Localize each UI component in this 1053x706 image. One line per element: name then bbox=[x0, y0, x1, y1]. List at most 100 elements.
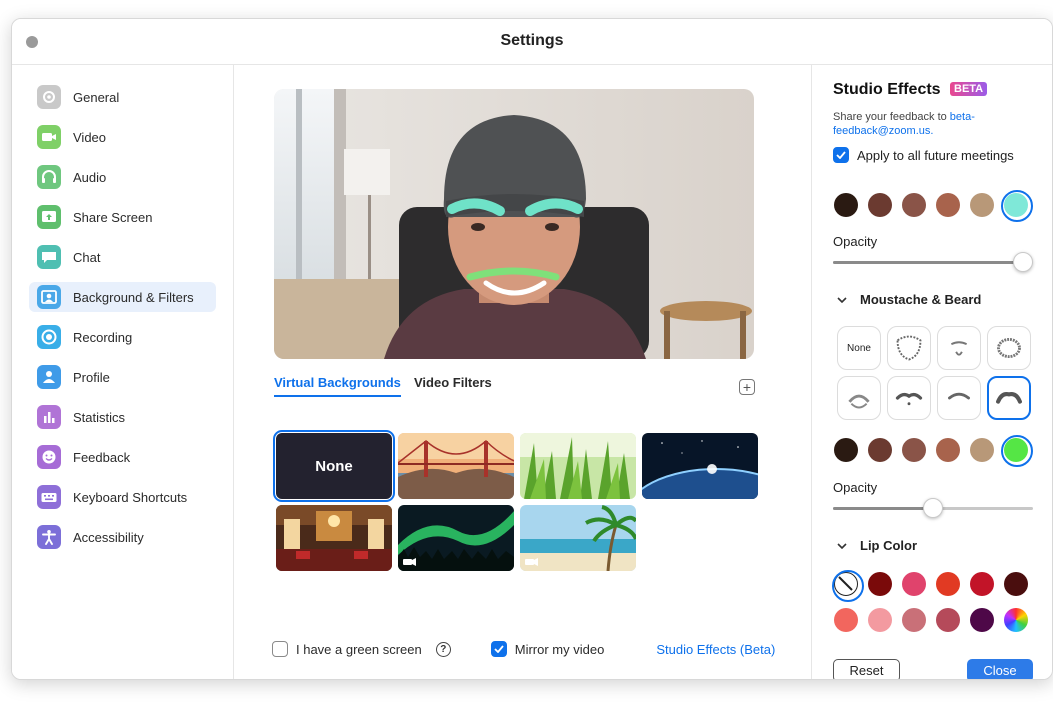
eyebrow-opacity-slider[interactable] bbox=[833, 252, 1033, 272]
record-circle-icon bbox=[37, 325, 61, 349]
eyebrow-color-swatch[interactable] bbox=[868, 193, 892, 217]
moustache-style-walrus[interactable] bbox=[987, 376, 1031, 420]
eyebrow-opacity-knob[interactable] bbox=[1013, 252, 1033, 272]
sidebar-item-label: Share Screen bbox=[73, 209, 153, 225]
mirror-video-label: Mirror my video bbox=[514, 641, 605, 657]
share-screen-icon bbox=[37, 205, 61, 229]
lip-color-swatch[interactable] bbox=[832, 570, 864, 602]
apply-future-label: Apply to all future meetings bbox=[857, 147, 1014, 163]
background-settings-panel: Virtual Backgrounds Video Filters + None bbox=[234, 65, 812, 679]
background-none[interactable]: None bbox=[273, 430, 395, 502]
eyebrow-color-swatch[interactable] bbox=[902, 193, 926, 217]
video-camera-icon bbox=[37, 125, 61, 149]
lip-color-section-header: Lip Color bbox=[834, 538, 917, 553]
lip-color-swatch[interactable] bbox=[1004, 608, 1028, 632]
sidebar-item-label: General bbox=[73, 89, 120, 105]
apply-future-checkbox[interactable] bbox=[833, 147, 849, 163]
background-grass[interactable] bbox=[520, 433, 636, 499]
lip-color-swatch[interactable] bbox=[970, 608, 994, 632]
sidebar-item-background-filters[interactable]: Background & Filters bbox=[29, 282, 216, 312]
eyebrow-color-swatch[interactable] bbox=[834, 193, 858, 217]
background-aurora[interactable] bbox=[398, 505, 514, 571]
lip-color-swatch[interactable] bbox=[1004, 572, 1028, 596]
person-background-icon bbox=[37, 285, 61, 309]
window-title: Settings bbox=[500, 32, 564, 49]
settings-window: Settings General Video Audio Share Screen Ch… bbox=[11, 18, 1053, 680]
sidebar-item-chat[interactable]: Chat bbox=[29, 242, 216, 272]
lip-color-swatch[interactable] bbox=[868, 572, 892, 596]
moustache-handlebar-icon bbox=[895, 392, 923, 406]
lip-color-swatch[interactable] bbox=[902, 608, 926, 632]
background-golden-gate[interactable] bbox=[398, 433, 514, 499]
moustache-style-circle-beard[interactable] bbox=[987, 326, 1031, 370]
sidebar-item-accessibility[interactable]: Accessibility bbox=[29, 522, 216, 552]
moustache-color-swatch[interactable] bbox=[970, 438, 994, 462]
lip-color-swatch[interactable] bbox=[936, 572, 960, 596]
eyebrow-color-swatch[interactable] bbox=[936, 193, 960, 217]
feedback-text: Share your feedback to beta-feedback@zoo… bbox=[833, 110, 1033, 138]
moustache-color-swatch[interactable] bbox=[936, 438, 960, 462]
lip-color-section-title: Lip Color bbox=[860, 538, 918, 553]
sidebar-item-label: Audio bbox=[73, 169, 107, 185]
background-earth[interactable] bbox=[642, 433, 758, 499]
tab-video-filters[interactable]: Video Filters bbox=[414, 375, 492, 395]
add-background-button[interactable]: + bbox=[739, 379, 755, 395]
sidebar-item-recording[interactable]: Recording bbox=[29, 322, 216, 352]
background-lobby[interactable] bbox=[276, 505, 392, 571]
sidebar-item-audio[interactable]: Audio bbox=[29, 162, 216, 192]
studio-effects-link[interactable]: Studio Effects (Beta) bbox=[656, 642, 775, 657]
moustache-full-beard-icon bbox=[896, 335, 922, 361]
sidebar-item-keyboard-shortcuts[interactable]: Keyboard Shortcuts bbox=[29, 482, 216, 512]
sidebar-item-profile[interactable]: Profile bbox=[29, 362, 216, 392]
moustache-color-swatch[interactable] bbox=[868, 438, 892, 462]
moustache-none-label: None bbox=[847, 342, 871, 354]
lip-color-swatch[interactable] bbox=[970, 572, 994, 596]
tab-virtual-backgrounds[interactable]: Virtual Backgrounds bbox=[274, 375, 401, 397]
chevron-down-icon[interactable] bbox=[834, 296, 850, 303]
lip-color-swatch[interactable] bbox=[902, 572, 926, 596]
close-button[interactable]: Close bbox=[967, 659, 1033, 679]
moustache-opacity-knob[interactable] bbox=[923, 498, 943, 518]
smiley-face-icon bbox=[37, 445, 61, 469]
help-icon[interactable]: ? bbox=[435, 641, 451, 657]
checkmark-icon bbox=[836, 151, 846, 159]
moustache-style-chevron[interactable] bbox=[837, 376, 881, 420]
sidebar-item-statistics[interactable]: Statistics bbox=[29, 402, 216, 432]
sidebar-item-general[interactable]: General bbox=[29, 82, 216, 112]
moustache-circle-beard-icon bbox=[997, 337, 1021, 359]
sidebar-item-label: Accessibility bbox=[73, 529, 144, 545]
lip-color-swatch[interactable] bbox=[936, 608, 960, 632]
moustache-style-pencil[interactable] bbox=[937, 376, 981, 420]
lip-color-swatch[interactable] bbox=[868, 608, 892, 632]
sidebar-item-feedback[interactable]: Feedback bbox=[29, 442, 216, 472]
gear-icon bbox=[37, 85, 61, 109]
no-color-icon bbox=[838, 576, 853, 591]
moustache-style-goatee[interactable] bbox=[937, 326, 981, 370]
accessibility-icon bbox=[37, 525, 61, 549]
moustache-color-swatch[interactable] bbox=[1001, 435, 1033, 467]
feedback-prefix: Share your feedback to bbox=[833, 111, 950, 123]
mirror-video-checkbox[interactable] bbox=[490, 641, 507, 657]
eyebrow-color-swatch[interactable] bbox=[970, 193, 994, 217]
headphones-icon bbox=[37, 165, 61, 189]
eyebrow-color-swatch[interactable] bbox=[1001, 190, 1033, 222]
moustache-style-full-beard[interactable] bbox=[887, 326, 931, 370]
moustache-opacity-slider[interactable] bbox=[833, 498, 1033, 518]
background-beach[interactable] bbox=[520, 505, 636, 571]
lip-color-swatch[interactable] bbox=[834, 608, 858, 632]
moustache-color-swatch[interactable] bbox=[902, 438, 926, 462]
moustache-color-swatch[interactable] bbox=[834, 438, 858, 462]
green-screen-checkbox[interactable] bbox=[272, 641, 288, 657]
sidebar-item-label: Chat bbox=[73, 249, 101, 265]
chevron-down-icon[interactable] bbox=[834, 542, 850, 549]
background-options-bar: I have a green screen ? Mirror my video … bbox=[272, 637, 812, 661]
moustache-style-none[interactable]: None bbox=[837, 326, 881, 370]
reset-button[interactable]: Reset bbox=[833, 659, 900, 679]
moustache-style-handlebar[interactable] bbox=[887, 376, 931, 420]
moustache-chevron-icon bbox=[848, 394, 870, 409]
studio-effects-title: Studio Effects bbox=[833, 81, 941, 98]
sidebar-item-video[interactable]: Video bbox=[29, 122, 216, 152]
sidebar-item-share-screen[interactable]: Share Screen bbox=[29, 202, 216, 232]
title-bar: Settings bbox=[12, 19, 1052, 65]
person-icon bbox=[37, 365, 61, 389]
